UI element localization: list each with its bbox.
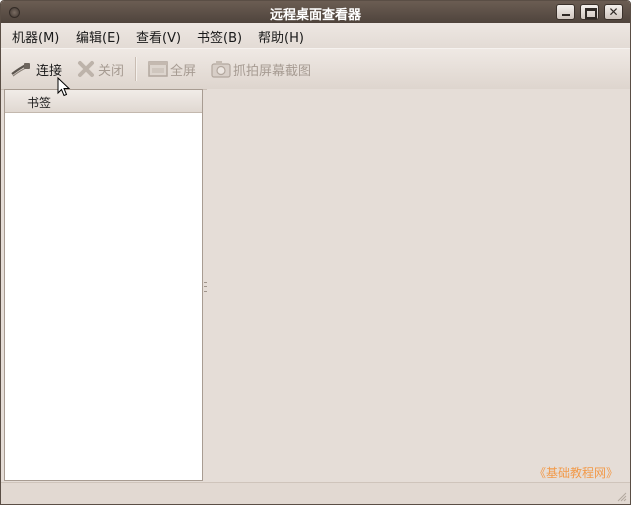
fullscreen-label: 全屏 bbox=[170, 64, 197, 79]
menu-bookmarks[interactable]: 书签(B) bbox=[197, 27, 242, 46]
bookmarks-header-label: 书签 bbox=[27, 96, 52, 110]
close-connection-button[interactable]: 关闭 bbox=[76, 59, 126, 79]
bookmarks-pane[interactable]: 书签 bbox=[4, 89, 203, 481]
window-title: 远程桌面查看器 bbox=[269, 8, 361, 23]
fullscreen-button[interactable]: 全屏 bbox=[148, 59, 200, 79]
maximize-icon bbox=[581, 5, 598, 19]
minimize-button[interactable] bbox=[556, 4, 575, 20]
connect-button[interactable]: 连接 bbox=[11, 59, 66, 79]
watermark-text: 《基础教程网》 bbox=[534, 466, 619, 480]
toolbar: 连接 关闭 全屏 抓拍屏幕截图 bbox=[1, 48, 630, 90]
screenshot-label: 抓拍屏幕截图 bbox=[233, 64, 312, 79]
menu-machine[interactable]: 机器(M) bbox=[12, 27, 59, 46]
remote-view-area bbox=[207, 89, 630, 481]
minimize-icon bbox=[557, 5, 574, 19]
menu-edit[interactable]: 编辑(E) bbox=[76, 27, 120, 46]
menu-help[interactable]: 帮助(H) bbox=[258, 27, 304, 46]
resize-grip-icon[interactable] bbox=[617, 492, 627, 502]
menu-bar: 机器(M) 编辑(E) 查看(V) 书签(B) 帮助(H) bbox=[1, 23, 630, 48]
screenshot-button[interactable]: 抓拍屏幕截图 bbox=[211, 59, 313, 79]
menu-view[interactable]: 查看(V) bbox=[136, 27, 181, 46]
fullscreen-icon bbox=[148, 61, 168, 77]
remote-desktop-viewer-window: 远程桌面查看器 ✕ 机器(M) 编辑(E) 查看(V) 书签(B) 帮助(H) … bbox=[0, 0, 631, 505]
close-connection-label: 关闭 bbox=[98, 64, 125, 79]
status-bar bbox=[1, 482, 630, 504]
connect-icon bbox=[11, 63, 30, 77]
close-window-button[interactable]: ✕ bbox=[604, 4, 623, 20]
camera-icon bbox=[211, 61, 231, 78]
title-bar[interactable]: 远程桌面查看器 ✕ bbox=[1, 1, 630, 23]
toolbar-separator bbox=[135, 57, 137, 81]
bookmarks-header[interactable]: 书签 bbox=[5, 90, 202, 113]
mouse-pointer-icon bbox=[57, 77, 71, 97]
close-icon: ✕ bbox=[608, 5, 619, 19]
maximize-button[interactable] bbox=[580, 4, 599, 20]
close-x-icon bbox=[78, 61, 94, 77]
